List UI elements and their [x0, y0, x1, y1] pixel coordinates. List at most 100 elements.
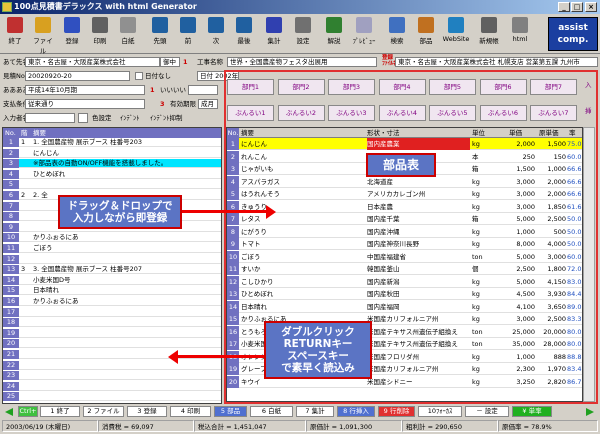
tab-bumon-4[interactable]: 部門4: [378, 79, 426, 95]
table-row[interactable]: 14 小麦米国D号: [3, 275, 221, 285]
table-row[interactable]: 24: [3, 381, 221, 391]
toolbar-help-button[interactable]: 解説: [322, 16, 346, 52]
parts-row[interactable]: 9トマト 国内産神奈川長野 kg 8,000 4,00050.0K: [227, 238, 582, 250]
no-date-checkbox[interactable]: [135, 72, 143, 80]
close-button[interactable]: ×: [585, 2, 597, 12]
tab-bunrui-6[interactable]: ぶんるい6: [479, 105, 527, 121]
tab-bumon-2[interactable]: 部門2: [277, 79, 325, 95]
fkey-6[interactable]: 6 白紙: [250, 406, 293, 417]
fkey-2[interactable]: 2 ファイル: [83, 406, 124, 417]
koji-input[interactable]: 世界・全国農産物フェスタ出展用: [227, 57, 377, 67]
nyuryoku-input[interactable]: [25, 113, 75, 123]
tab-bumon-3[interactable]: 部門3: [328, 79, 375, 95]
table-row[interactable]: 4 ひとめぼれ: [3, 169, 221, 179]
toolbar-parts-button[interactable]: 部品: [414, 16, 438, 52]
table-row[interactable]: 12: [3, 254, 221, 264]
fkey-7[interactable]: 7 集計: [296, 406, 334, 417]
toroku-input[interactable]: 東京・名古屋・大阪産業株式会社 札幌支店 営業第五課 九州市: [395, 57, 598, 67]
kigen-input[interactable]: [188, 85, 218, 95]
yukokigen-input[interactable]: 成月: [198, 99, 218, 109]
toolbar-search-button[interactable]: 検索: [385, 16, 409, 52]
fkey-3[interactable]: 3 登録: [127, 406, 167, 417]
toolbar-print-button[interactable]: 印刷: [88, 16, 112, 52]
table-row[interactable]: 15 日本晴れ: [3, 286, 221, 296]
table-row[interactable]: 1 1 1. 全国農産物 展示ブース 柱番号203: [3, 138, 221, 147]
toolbar-exit-button[interactable]: 終了: [3, 16, 27, 52]
table-row[interactable]: 25: [3, 392, 221, 402]
table-row[interactable]: 19: [3, 328, 221, 338]
fkey-5[interactable]: 5 部品: [214, 406, 247, 417]
tab-bunrui-7[interactable]: ぶんるい7: [530, 105, 577, 121]
parts-row[interactable]: 4アスパラガス 北海道産 kg 3,000 2,00066.6K: [227, 175, 582, 188]
table-row[interactable]: 10 かりふぉるにあ: [3, 233, 221, 243]
toolbar-website-button[interactable]: WebSite: [442, 16, 470, 52]
tab-bunrui-3[interactable]: ぶんるい3: [328, 105, 375, 121]
toolbar-newdoc-button[interactable]: 新規帳: [475, 16, 503, 52]
table-row[interactable]: 2 にんじん: [3, 148, 221, 158]
fkey-11[interactable]: － 設定: [465, 406, 509, 417]
tab-bumon-5[interactable]: 部門5: [429, 79, 476, 95]
fkey-12[interactable]: ¥ 単率: [512, 406, 552, 417]
mitsumori-input[interactable]: 20020920-20: [25, 71, 130, 81]
tab-bumon-1[interactable]: 部門1: [227, 79, 274, 95]
parts-row[interactable]: 13ひとめぼれ 国内産秋田 kg 4,500 3,93084.4K: [227, 288, 582, 300]
parts-row[interactable]: 14日本晴れ 国内産福岡 kg 4,100 3,65089.0K: [227, 300, 582, 313]
parts-scrollbar[interactable]: [583, 127, 595, 402]
fkey-9[interactable]: 9 行削除: [378, 406, 415, 417]
table-row[interactable]: 3 ※部品表の自動ON/OFF機能を搭載しました。: [3, 159, 221, 169]
indent-suppress-label[interactable]: ｲﾝﾃﾞﾝﾄ抑制: [150, 113, 183, 123]
toolbar-last-button[interactable]: 最後: [232, 16, 256, 52]
estimate-grid[interactable]: No. 階 摘要 1 1 1. 全国農産物 展示ブース 柱番号203 2 にんじん 3 ※部…: [2, 127, 222, 404]
tab-bunrui-4[interactable]: ぶんるい4: [378, 105, 426, 121]
parts-row[interactable]: 1にんじん 国内産農業kg 2,000 1,50075.0K: [227, 138, 582, 150]
parts-row[interactable]: 5はうれんそう アメリカカレゴン州 kg 3,000 2,00066.6K: [227, 188, 582, 200]
table-row[interactable]: 11 ごぼう: [3, 244, 221, 253]
toolbar-first-button[interactable]: 先頭: [148, 16, 172, 52]
table-row[interactable]: 20: [3, 339, 221, 349]
tab-bunrui-1[interactable]: ぶんるい1: [227, 105, 274, 121]
parts-row[interactable]: 11すいか 韓国産釜山 個 2,500 1,80072.0K: [227, 263, 582, 275]
toolbar-blank-button[interactable]: 白紙: [116, 16, 140, 52]
tab-bumon-7[interactable]: 部門7: [530, 79, 577, 95]
toolbar-preview-button[interactable]: ﾌﾟﾚﾋﾞｭｰ: [350, 16, 378, 52]
parts-row[interactable]: 10ごぼう 中国産福建省 ton 5,000 3,00060.0K: [227, 250, 582, 263]
table-row[interactable]: 22: [3, 360, 221, 370]
fkey-4[interactable]: 4 印刷: [170, 406, 211, 417]
table-row[interactable]: 23: [3, 371, 221, 381]
toolbar-total-button[interactable]: 集計: [262, 16, 286, 52]
fkey-10[interactable]: 10ﾌｫｰｶｽ: [418, 406, 462, 417]
color-select[interactable]: [78, 113, 88, 123]
fkey-8[interactable]: 8 行挿入: [337, 406, 375, 417]
table-row[interactable]: 5: [3, 180, 221, 190]
toolbar-prev-button[interactable]: 前: [176, 16, 200, 52]
parts-row[interactable]: 12こしひかり 国内産新潟 kg 5,000 4,15083.0K: [227, 275, 582, 288]
minimize-button[interactable]: _: [558, 2, 570, 12]
toolbar-settings-button[interactable]: 設定: [291, 16, 315, 52]
maximize-button[interactable]: □: [571, 2, 583, 12]
parts-row[interactable]: 6きゅうり日本産農kg3,0001,85061.6K: [227, 200, 582, 213]
tab-side-paste[interactable]: 挿: [585, 106, 592, 116]
toolbar-next-button[interactable]: 次: [204, 16, 228, 52]
toolbar-html-button[interactable]: html: [508, 16, 532, 52]
doc-input[interactable]: 平成14年10月期: [25, 85, 145, 95]
indent-label[interactable]: ｲﾝﾃﾞﾝﾄ: [120, 113, 140, 123]
shiharai-input[interactable]: 従来通り: [25, 99, 145, 109]
table-row[interactable]: 13 3 3. 全国農産物 展示ブース 柱番号207: [3, 265, 221, 275]
fkey-1[interactable]: 1 終了: [40, 406, 80, 417]
fkey-right-arrow-icon[interactable]: [586, 408, 594, 416]
fkey-left-arrow-icon[interactable]: [5, 408, 13, 416]
fkey-ctrl[interactable]: Ctrl+: [18, 406, 38, 417]
table-row[interactable]: 18: [3, 318, 221, 328]
atesaki-input[interactable]: 東京・名古屋・大阪産業株式会社: [25, 57, 160, 67]
tab-bunrui-2[interactable]: ぶんるい2: [277, 105, 325, 121]
tab-bunrui-5[interactable]: ぶんるい5: [429, 105, 476, 121]
table-row[interactable]: 17: [3, 307, 221, 317]
tab-bumon-6[interactable]: 部門6: [479, 79, 527, 95]
toolbar-register-button[interactable]: 登録: [60, 16, 84, 52]
parts-row[interactable]: 7レタス 国内産千葉 箱 5,000 2,50050.0K: [227, 213, 582, 225]
table-row[interactable]: 16 かりふぉるにあ: [3, 297, 221, 306]
parts-row[interactable]: 8にがうり 国内産沖縄 kg 1,000 50050.0K: [227, 225, 582, 238]
toolbar-file-button[interactable]: ファイル: [31, 16, 55, 55]
atesaki-unit-select[interactable]: 御中: [160, 57, 180, 67]
tab-side-insert[interactable]: 入: [585, 80, 592, 90]
